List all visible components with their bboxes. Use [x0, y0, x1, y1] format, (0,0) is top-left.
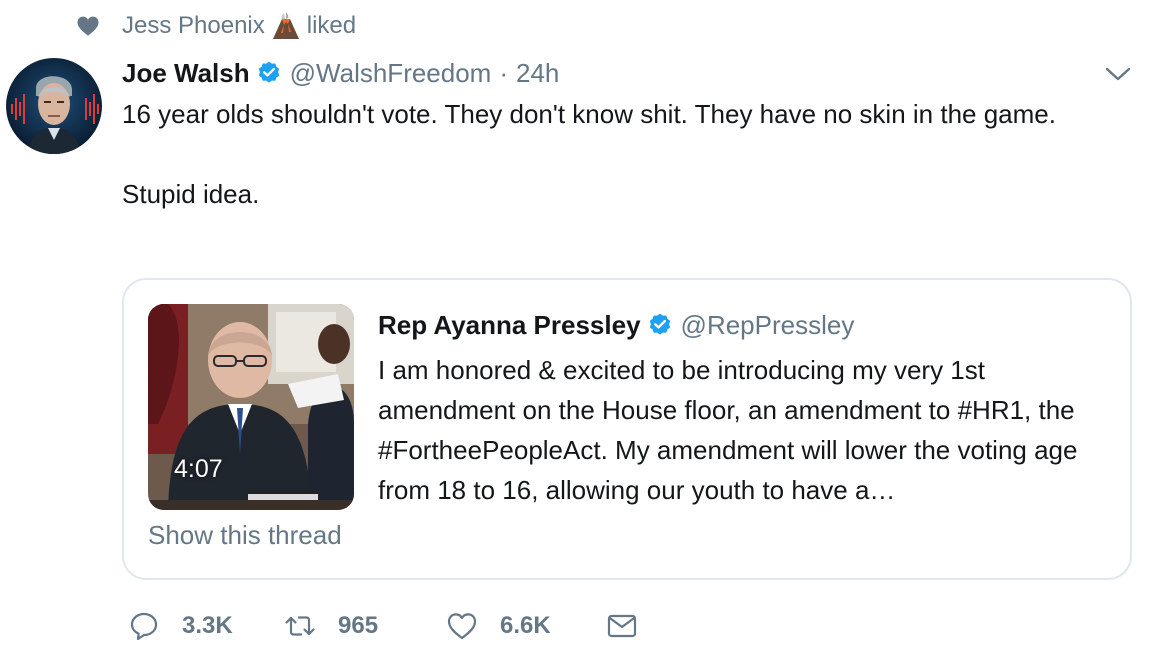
video-duration: 4:07: [174, 455, 223, 483]
direct-message-button[interactable]: [606, 610, 638, 642]
quoted-tweet-header: Rep Ayanna Pressley @RepPressley: [378, 308, 854, 342]
social-context: Jess Phoenix liked: [76, 10, 356, 42]
quoted-video-thumbnail[interactable]: 4:07: [148, 304, 354, 510]
tweet-header: Joe Walsh @WalshFreedom · 24h: [122, 56, 559, 90]
tweet-text: 16 year olds shouldn't vote. They don't …: [122, 94, 1112, 214]
like-icon: [447, 613, 477, 640]
chevron-down-icon[interactable]: [1104, 64, 1132, 84]
retweet-button[interactable]: 965: [284, 610, 446, 642]
retweet-count: 965: [338, 612, 379, 639]
verified-badge-icon: [649, 313, 670, 335]
like-button[interactable]: 6.6K: [446, 610, 606, 642]
quoted-tweet-card[interactable]: 4:07 Rep Ayanna Pressley @RepPressley I …: [122, 278, 1132, 580]
author-avatar[interactable]: [6, 58, 102, 154]
tweet-actions: 3.3K 965 6.6K: [128, 606, 638, 646]
liked-label: liked: [306, 12, 357, 39]
avatar-image: [6, 58, 102, 154]
heart-icon: [77, 16, 99, 36]
retweet-icon: [285, 616, 315, 636]
like-count: 6.6K: [500, 612, 551, 639]
tweet-text-paragraph-2: Stupid idea.: [122, 179, 260, 209]
quoted-tweet-text: I am honored & excited to be introducing…: [378, 355, 1078, 505]
verified-badge-icon: [258, 61, 279, 83]
quoted-author-name[interactable]: Rep Ayanna Pressley: [378, 310, 641, 341]
show-thread-link[interactable]: Show this thread: [148, 520, 342, 551]
liker-name[interactable]: Jess Phoenix: [122, 12, 265, 40]
reply-icon: [130, 612, 158, 641]
reply-button[interactable]: 3.3K: [128, 610, 284, 642]
tweet-timestamp[interactable]: 24h: [516, 58, 559, 89]
author-name[interactable]: Joe Walsh: [122, 58, 250, 89]
volcano-emoji-icon: [272, 12, 299, 39]
tweet-text-paragraph-1: 16 year olds shouldn't vote. They don't …: [122, 99, 1056, 129]
author-handle[interactable]: @WalshFreedom: [290, 58, 492, 89]
direct-message-icon: [607, 614, 637, 638]
reply-count: 3.3K: [182, 612, 233, 639]
quoted-author-handle[interactable]: @RepPressley: [681, 310, 855, 341]
header-separator: ·: [499, 57, 509, 88]
